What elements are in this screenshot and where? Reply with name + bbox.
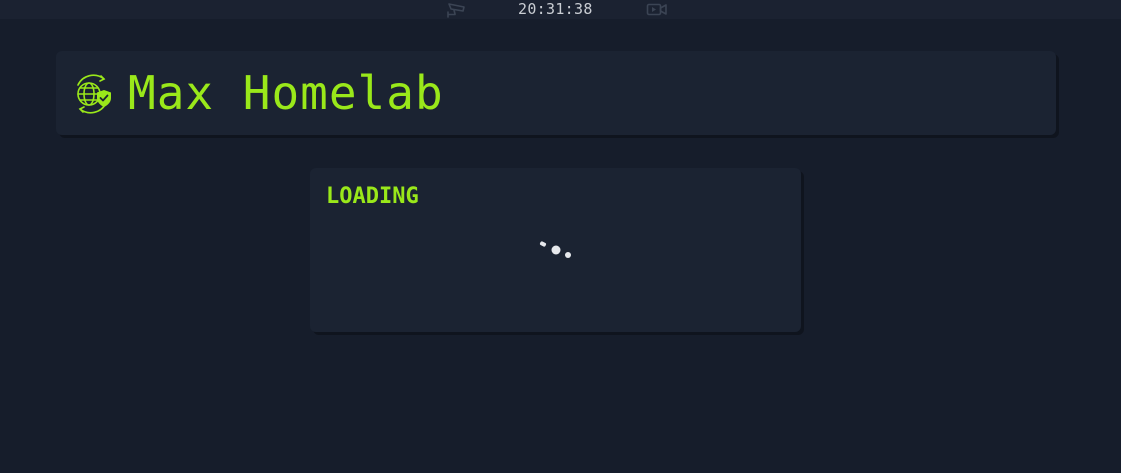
video-camera-icon[interactable] [646, 2, 668, 17]
page-title: Max Homelab [128, 66, 444, 120]
globe-shield-icon [70, 73, 114, 115]
loading-card: LOADING [310, 168, 801, 332]
top-status-bar: 20:31:38 [0, 0, 1121, 19]
loading-label: LOADING [326, 184, 419, 209]
loading-spinner-icon [536, 238, 576, 266]
header-card: Max Homelab [56, 51, 1056, 135]
security-camera-icon[interactable] [445, 1, 467, 18]
clock-display: 20:31:38 [518, 0, 593, 18]
